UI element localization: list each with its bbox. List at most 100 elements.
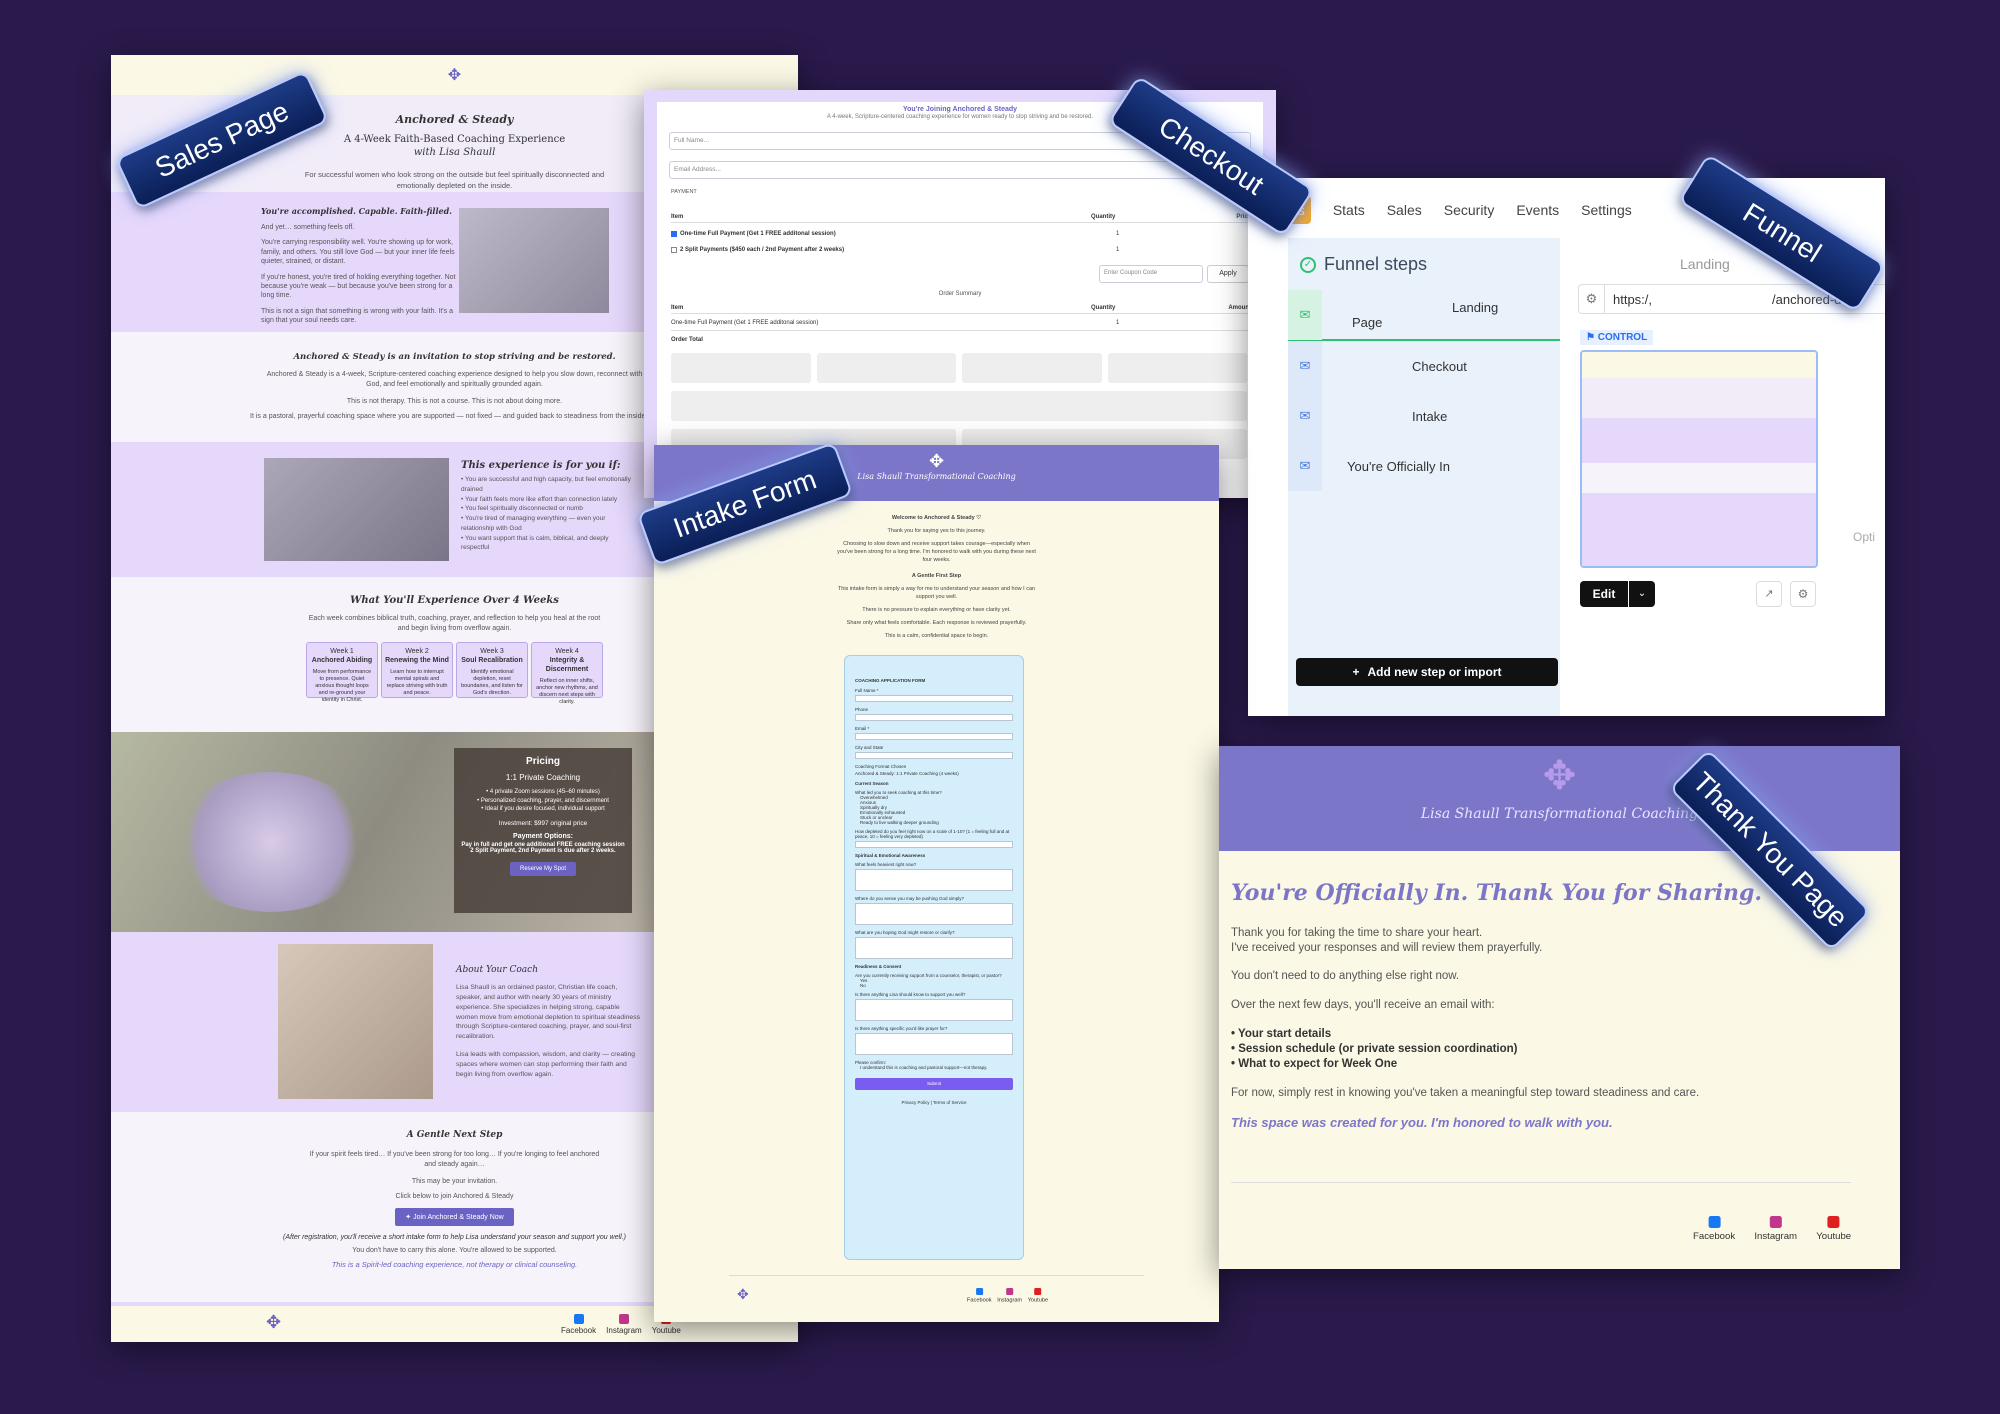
s3-list-item: • You are successful and high capacity, … xyxy=(461,476,631,493)
week-label: Week 3 xyxy=(480,647,504,655)
thankyou-panel: ✥ Lisa Shaull Transformational Coaching … xyxy=(1219,746,1900,1269)
join-button[interactable]: ✦ Join Anchored & Steady Now xyxy=(395,1207,514,1226)
thankyou-bullet: • Your start details xyxy=(1231,1028,1332,1041)
funnel-step[interactable]: ✉ You're Officially In xyxy=(1288,441,1560,491)
season-heading: Current Season xyxy=(855,781,889,786)
text-input[interactable] xyxy=(855,695,1013,702)
social-label: Facebook xyxy=(967,1296,992,1303)
question-label: Is there anything specific you'd like pr… xyxy=(855,1026,948,1031)
sales-header: ✥ xyxy=(111,55,798,95)
pricing-options-heading: Payment Options: xyxy=(513,833,573,841)
social-link-instagram[interactable]: Instagram xyxy=(1754,1216,1797,1241)
add-step-button[interactable]: + Add new step or import xyxy=(1296,658,1558,686)
s3-list-item: • You feel spiritually disconnected or n… xyxy=(461,505,583,513)
weeks-intro: Each week combines biblical truth, coach… xyxy=(308,615,601,632)
flowers-image xyxy=(171,772,371,912)
option-full-checkbox[interactable] xyxy=(671,231,677,237)
pricing-card: Pricing 1:1 Private Coaching • 4 private… xyxy=(454,748,632,913)
social-link-youtube[interactable]: Youtube xyxy=(1028,1288,1048,1303)
woman-laptop-photo xyxy=(459,208,609,313)
intake-logo-icon: ✥ xyxy=(928,451,945,471)
social-label: Youtube xyxy=(1816,1230,1852,1242)
funnel-step[interactable]: ✉ Intake xyxy=(1288,391,1560,441)
stressed-woman-photo xyxy=(264,458,449,561)
email-input[interactable]: Email Address... xyxy=(669,161,1251,179)
add-step-label: Add new step or import xyxy=(1367,665,1502,679)
reserve-button[interactable]: Reserve My Spot xyxy=(509,862,577,877)
butterfly-cross-icon: ✥ xyxy=(1542,754,1577,798)
edit-dropdown-button[interactable]: ⌄ xyxy=(1629,581,1655,607)
youtube-icon xyxy=(1827,1216,1840,1228)
field-label: Phone xyxy=(855,707,869,712)
social-link-instagram[interactable]: Instagram xyxy=(997,1288,1022,1303)
gear-icon[interactable]: ⚙ xyxy=(1579,285,1605,313)
text-input[interactable] xyxy=(855,999,1013,1021)
external-link-icon[interactable]: ↗ xyxy=(1756,581,1782,607)
text-input[interactable] xyxy=(855,752,1013,759)
tab-security[interactable]: Security xyxy=(1444,202,1495,218)
thankyou-bullet-text: Session schedule (or private session coo… xyxy=(1238,1043,1518,1056)
option-full-qty: 1 xyxy=(1116,231,1120,237)
week-card: Week 2 Renewing the Mind Learn how to inte… xyxy=(381,641,453,698)
s2-p1: Anchored & Steady is a 4-week, Scripture… xyxy=(266,371,643,388)
tab-sales[interactable]: Sales xyxy=(1387,202,1422,218)
intake-welcome: Welcome to Anchored & Steady ♡ Thank you… xyxy=(837,515,1036,639)
apply-button[interactable]: Apply xyxy=(1207,265,1249,283)
col-quantity: Quantity xyxy=(1091,214,1116,220)
text-input[interactable] xyxy=(855,733,1013,740)
tab-stats[interactable]: Stats xyxy=(1333,202,1365,218)
social-label: Instagram xyxy=(997,1296,1023,1303)
coupon-input[interactable]: Enter Coupon Code xyxy=(1099,265,1203,283)
text-input[interactable] xyxy=(855,869,1013,891)
text-input[interactable] xyxy=(855,937,1013,959)
thankyou-p1: Thank you for taking the time to share y… xyxy=(1231,926,1483,939)
social-label: Instagram xyxy=(1754,1230,1798,1242)
funnel-step-line1: Checkout xyxy=(1412,358,1467,374)
confirm-checkbox[interactable]: I understand this is coaching and pastor… xyxy=(855,1065,1013,1070)
text-input[interactable] xyxy=(855,1033,1013,1055)
s1-heading: You're accomplished. Capable. Faith-fill… xyxy=(261,206,452,216)
program-option[interactable]: Anchored & Steady: 1:1 Private Coaching … xyxy=(855,771,1013,776)
settings-gear-icon[interactable]: ⚙ xyxy=(1790,581,1816,607)
edit-button[interactable]: Edit xyxy=(1580,581,1628,607)
funnel-steps-title: Funnel steps xyxy=(1324,254,1428,274)
thankyou-bullet-text: What to expect for Week One xyxy=(1238,1058,1398,1071)
intake-links[interactable]: Privacy Policy | Terms of Service xyxy=(855,1100,1013,1105)
funnel-preview-area: Landing ⚙ https:/, /anchored-d- ⚑ CONTRO… xyxy=(1560,238,1885,716)
text-input[interactable] xyxy=(855,903,1013,925)
option-split-checkbox[interactable] xyxy=(671,247,677,253)
card-fields-placeholder xyxy=(671,353,1247,459)
funnel-steps-list: ✉ Landing Page ✉ Checkout ✉ Intake ✉ You're Offi… xyxy=(1288,290,1560,491)
funnel-step-label: You're Officially In xyxy=(1347,459,1450,474)
option-split-qty: 1 xyxy=(1116,247,1120,253)
coach-p1: Lisa Shaull is an ordained pastor, Chris… xyxy=(456,984,640,1041)
funnel-step[interactable]: ✉ Checkout xyxy=(1288,341,1560,391)
text-input[interactable] xyxy=(855,841,1013,848)
text-input[interactable] xyxy=(855,714,1013,721)
social-link-facebook[interactable]: Facebook xyxy=(967,1288,992,1303)
facebook-icon xyxy=(573,1314,584,1324)
intake-footer-logo-icon: ✥ xyxy=(737,1286,749,1302)
tab-events[interactable]: Events xyxy=(1516,202,1559,218)
funnel-step[interactable]: ✉ Landing Page xyxy=(1288,290,1560,341)
submit-button[interactable]: Submit xyxy=(855,1078,1013,1090)
tab-settings[interactable]: Settings xyxy=(1581,202,1632,218)
funnel-step-label: Landing Page xyxy=(1352,300,1498,330)
social-link-instagram[interactable]: Instagram xyxy=(606,1314,642,1335)
radio-option[interactable]: Ready to live walking deeper grounding xyxy=(855,820,1013,825)
pricing-item: • 4 private Zoom sessions (45–60 minutes… xyxy=(486,789,600,795)
social-link-facebook[interactable]: Facebook xyxy=(561,1314,596,1335)
week-label: Week 4 xyxy=(555,647,579,655)
week-card: Week 3 Soul Recalibration Identify emotion… xyxy=(456,641,528,698)
week-text: Learn how to interrupt mental spirals an… xyxy=(386,668,448,697)
social-link-youtube[interactable]: Youtube xyxy=(1816,1216,1851,1241)
instagram-icon xyxy=(1006,1288,1014,1295)
page-thumbnail[interactable] xyxy=(1580,350,1818,568)
funnel-step-line2: Page xyxy=(1352,315,1383,330)
social-label: Youtube xyxy=(651,1326,681,1335)
social-label: Facebook xyxy=(561,1326,597,1335)
social-link-facebook[interactable]: Facebook xyxy=(1693,1216,1735,1241)
radio-option[interactable]: No xyxy=(855,983,1013,988)
social-label: Facebook xyxy=(1693,1230,1736,1242)
field-label: Email * xyxy=(855,726,870,731)
